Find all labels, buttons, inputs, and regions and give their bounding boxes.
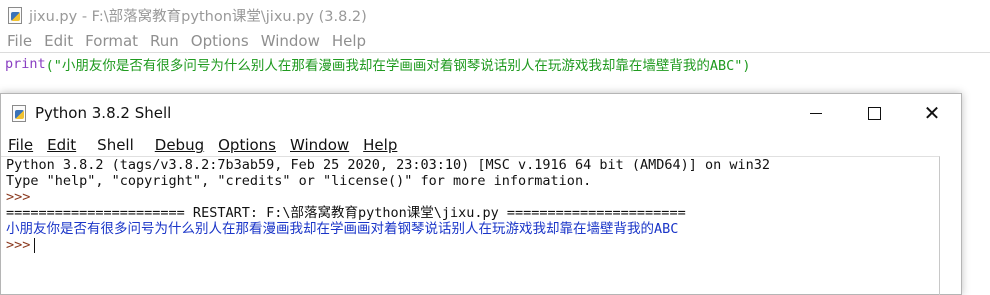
shell-output-area[interactable]: Python 3.8.2 (tags/v3.8.2:7b3ab59, Feb 2… [1,156,940,295]
editor-menu-edit[interactable]: Edit [44,32,73,50]
editor-title: jixu.py - F:\部落窝教育python课堂\jixu.py (3.8.… [29,8,367,25]
python-shell-window: Python 3.8.2 Shell ✕ File Edit Shell Deb… [0,93,962,295]
python-file-icon [11,104,27,122]
editor-menubar: File Edit Format Run Options Window Help [0,30,990,52]
editor-menu-format[interactable]: Format [85,32,138,50]
maximize-button[interactable] [845,94,903,132]
shell-menu-shell-label: Shell [97,136,134,154]
maximize-icon [867,106,881,120]
code-print-keyword: print [5,56,46,72]
shell-menu-window[interactable]: Window [290,136,349,154]
editor-menu-help[interactable]: Help [332,32,366,50]
shell-menu-edit-label: Edit [47,136,77,154]
shell-prompt: >>> [6,237,31,253]
minimize-icon [810,112,822,114]
banner-line-1: Python 3.8.2 (tags/v3.8.2:7b3ab59, Feb 2… [6,157,771,173]
shell-input-line[interactable]: >>> [6,237,939,253]
code-string-literal: ("小朋友你是否有很多问号为什么别人在那看漫画我却在学画画对着钢琴说话别人在玩游… [45,58,751,74]
editor-menu-window[interactable]: Window [261,32,320,50]
shell-menu-options[interactable]: Options [218,136,276,154]
editor-titlebar: jixu.py - F:\部落窝教育python课堂\jixu.py (3.8.… [0,0,990,30]
editor-menu-run[interactable]: Run [150,32,179,50]
shell-titlebar[interactable]: Python 3.8.2 Shell ✕ [1,94,961,132]
shell-menubar: File Edit Shell Debug Options Window Hel… [1,134,961,156]
shell-prompt: >>> [6,189,31,205]
shell-menu-options-label: Options [218,136,276,154]
text-cursor [34,237,36,253]
close-button[interactable]: ✕ [903,94,961,132]
shell-menu-help[interactable]: Help [363,136,397,154]
shell-menu-debug[interactable]: Debug [155,136,204,154]
shell-title: Python 3.8.2 Shell [35,104,172,122]
restart-line: ====================== RESTART: F:\部落窝教育… [6,205,686,221]
shell-menu-file-label: File [8,136,34,154]
python-file-icon [7,6,23,24]
shell-menu-window-label: Window [290,136,350,154]
editor-menu-options[interactable]: Options [191,32,249,50]
editor-code-line[interactable]: print ("小朋友你是否有很多问号为什么别人在那看漫画我却在学画画对着钢琴说话… [0,52,990,75]
banner-line-2: Type "help", "copyright", "credits" or "… [6,173,592,189]
close-icon: ✕ [923,101,941,125]
shell-menu-debug-label: Debug [154,136,205,154]
editor-menu-file[interactable]: File [7,32,32,50]
shell-menu-help-label: Help [363,136,398,154]
window-controls: ✕ [787,94,961,132]
minimize-button[interactable] [787,94,845,132]
shell-menu-file[interactable]: File [8,136,33,154]
program-output: 小朋友你是否有很多问号为什么别人在那看漫画我却在学画画对着钢琴说话别人在玩游戏我… [6,221,679,237]
shell-menu-shell[interactable]: Shell [90,136,141,154]
shell-menu-edit[interactable]: Edit [47,136,76,154]
